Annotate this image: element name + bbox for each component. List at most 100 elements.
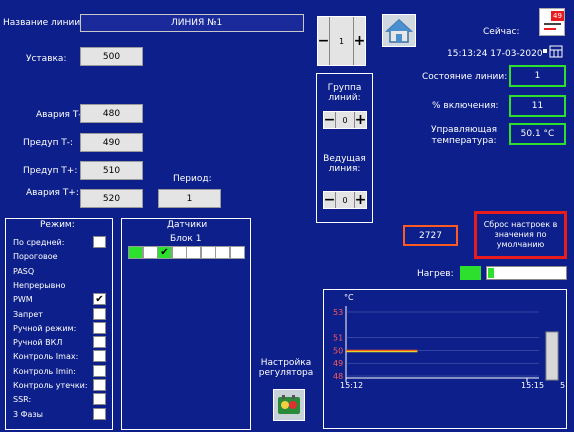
regulator-settings-label: Настройка регулятора bbox=[258, 358, 314, 378]
regulator-settings-button[interactable] bbox=[273, 389, 305, 421]
leading-plus-button[interactable]: + bbox=[355, 192, 366, 208]
mode-item-label: Запрет bbox=[13, 309, 43, 319]
sensor-title: Датчики bbox=[167, 220, 208, 230]
mode-checkbox[interactable] bbox=[93, 307, 106, 320]
chart-y-unit: °C bbox=[344, 293, 354, 302]
log-line-icon bbox=[544, 28, 556, 30]
mode-item-label: PWM bbox=[13, 295, 33, 305]
mode-item-label: PASQ bbox=[13, 266, 35, 276]
line-plus-button[interactable]: + bbox=[354, 17, 365, 65]
chart-y-tick: 53 bbox=[333, 308, 343, 317]
on-percent-label: % включения: bbox=[432, 101, 499, 111]
chart-x-tick: 5 bbox=[560, 381, 565, 390]
heating-indicator bbox=[460, 266, 481, 280]
period-label: Период: bbox=[173, 174, 212, 184]
home-button[interactable] bbox=[382, 14, 416, 47]
sensor-cell[interactable] bbox=[229, 246, 245, 259]
chart-y-tick: 50 bbox=[333, 346, 343, 355]
mode-item-label: Ручной режим: bbox=[13, 323, 77, 333]
line-stepper[interactable]: − 1 + bbox=[317, 16, 366, 66]
mode-checkbox[interactable] bbox=[93, 407, 106, 420]
mode-item-label: Контроль Imin: bbox=[13, 366, 76, 376]
sensor-cell[interactable] bbox=[200, 246, 216, 259]
warn-t-plus-label: Предуп Т+: bbox=[23, 166, 78, 176]
mode-checkbox[interactable] bbox=[93, 379, 106, 391]
house-icon bbox=[385, 18, 413, 43]
alarm-log-button[interactable]: 49 bbox=[539, 8, 565, 36]
group-label: Группа линий: bbox=[327, 83, 362, 103]
reset-defaults-button[interactable]: Сброс настроек в значения по умолчанию bbox=[474, 211, 567, 259]
sensor-cell[interactable] bbox=[128, 246, 143, 259]
group-minus-button[interactable]: − bbox=[324, 112, 335, 128]
group-plus-button[interactable]: + bbox=[355, 112, 366, 128]
mode-checkbox[interactable] bbox=[93, 321, 106, 334]
mode-item-label: SSR: bbox=[13, 395, 32, 405]
leading-value: 0 bbox=[335, 192, 355, 208]
chart-x-tick: 15:12 bbox=[340, 381, 363, 390]
period-field[interactable]: 1 bbox=[158, 189, 221, 208]
on-percent-value: 11 bbox=[509, 95, 566, 117]
mode-checkbox[interactable] bbox=[93, 364, 106, 377]
sensor-cell[interactable] bbox=[215, 246, 230, 259]
sensor-cell[interactable] bbox=[171, 246, 187, 259]
temperature-chart: °C 53 51 50 49 48 15:12 15:15 5 bbox=[323, 289, 567, 429]
line-state-value: 1 bbox=[509, 65, 566, 87]
line-name-value: ЛИНИЯ №1 bbox=[171, 18, 223, 28]
sensor-cell[interactable]: ✔ bbox=[157, 246, 172, 259]
alarm-t-plus-label: Авария Т+: bbox=[26, 188, 79, 198]
chart-y-tick: 51 bbox=[333, 334, 343, 343]
heating-label: Нагрев: bbox=[417, 269, 454, 279]
mode-checkbox[interactable] bbox=[93, 350, 106, 363]
mode-checkbox[interactable] bbox=[93, 236, 106, 248]
sensor-cell[interactable] bbox=[142, 246, 158, 259]
mode-item-label: Непрерывно bbox=[13, 280, 66, 290]
alarm-t-minus-label: Авария Т-: bbox=[36, 110, 85, 120]
setpoint-field[interactable]: 500 bbox=[80, 47, 143, 66]
line-name-label: Название линии: bbox=[3, 18, 84, 28]
group-stepper[interactable]: − 0 + bbox=[323, 111, 367, 129]
warn-t-minus-field[interactable]: 490 bbox=[80, 133, 143, 152]
log-line-icon bbox=[544, 23, 561, 25]
regulator-icon bbox=[278, 395, 300, 414]
mode-item-label: По средней: bbox=[13, 238, 65, 247]
heating-progress-bar bbox=[486, 266, 567, 280]
line-state-label: Состояние линии: bbox=[422, 72, 508, 82]
group-value: 0 bbox=[335, 112, 355, 128]
sensor-cell[interactable] bbox=[186, 246, 201, 259]
counter-display: 2727 bbox=[403, 225, 458, 246]
mode-checkbox[interactable] bbox=[93, 336, 106, 349]
alarm-t-plus-field[interactable]: 520 bbox=[80, 189, 143, 208]
control-temp-label: Управляющая температура: bbox=[430, 125, 498, 146]
alarm-t-minus-field[interactable]: 480 bbox=[80, 104, 143, 123]
leading-stepper[interactable]: − 0 + bbox=[323, 191, 367, 209]
chart-y-tick: 48 bbox=[333, 372, 343, 381]
line-minus-button[interactable]: − bbox=[318, 17, 329, 65]
chart-y-tick: 49 bbox=[333, 359, 343, 368]
now-label: Сейчас: bbox=[483, 27, 520, 37]
sensor-block-label: Блок 1 bbox=[170, 234, 202, 244]
line-name-field[interactable]: ЛИНИЯ №1 bbox=[80, 14, 304, 32]
calendar-icon[interactable] bbox=[542, 44, 564, 58]
group-panel: Группа линий: − 0 + Ведущая линия: − 0 + bbox=[316, 73, 373, 223]
control-temp-value: 50.1 °C bbox=[509, 123, 566, 145]
chart-canvas: °C53 51 50 49 4815:12 15:15 5 bbox=[333, 293, 565, 390]
leading-label: Ведущая линия: bbox=[323, 154, 366, 174]
mode-item-label: Контроль Imax: bbox=[13, 352, 79, 362]
mode-checkbox[interactable] bbox=[93, 393, 106, 406]
heating-progress-fill bbox=[488, 268, 494, 278]
chart-x-tick: 15:15 bbox=[521, 381, 544, 390]
warn-t-minus-label: Предуп Т-: bbox=[23, 138, 74, 148]
warn-t-plus-field[interactable]: 510 bbox=[80, 161, 143, 180]
mode-item-label: Ручной ВКЛ bbox=[13, 338, 63, 348]
mode-checkbox[interactable]: ✔ bbox=[93, 293, 106, 306]
mode-item-label: Пороговое bbox=[13, 252, 58, 262]
leading-minus-button[interactable]: − bbox=[324, 192, 335, 208]
datetime: 15:13:24 17-03-2020 bbox=[447, 49, 543, 59]
mode-item-label: 3 Фазы bbox=[13, 409, 43, 419]
mode-title: Режим: bbox=[40, 220, 75, 230]
chart-scroll-handle bbox=[545, 331, 559, 381]
setpoint-label: Уставка: bbox=[26, 54, 67, 64]
alarm-count-badge: 49 bbox=[551, 11, 564, 21]
mode-item-label: Контроль утечки: bbox=[13, 381, 88, 390]
line-stepper-value: 1 bbox=[329, 17, 354, 65]
